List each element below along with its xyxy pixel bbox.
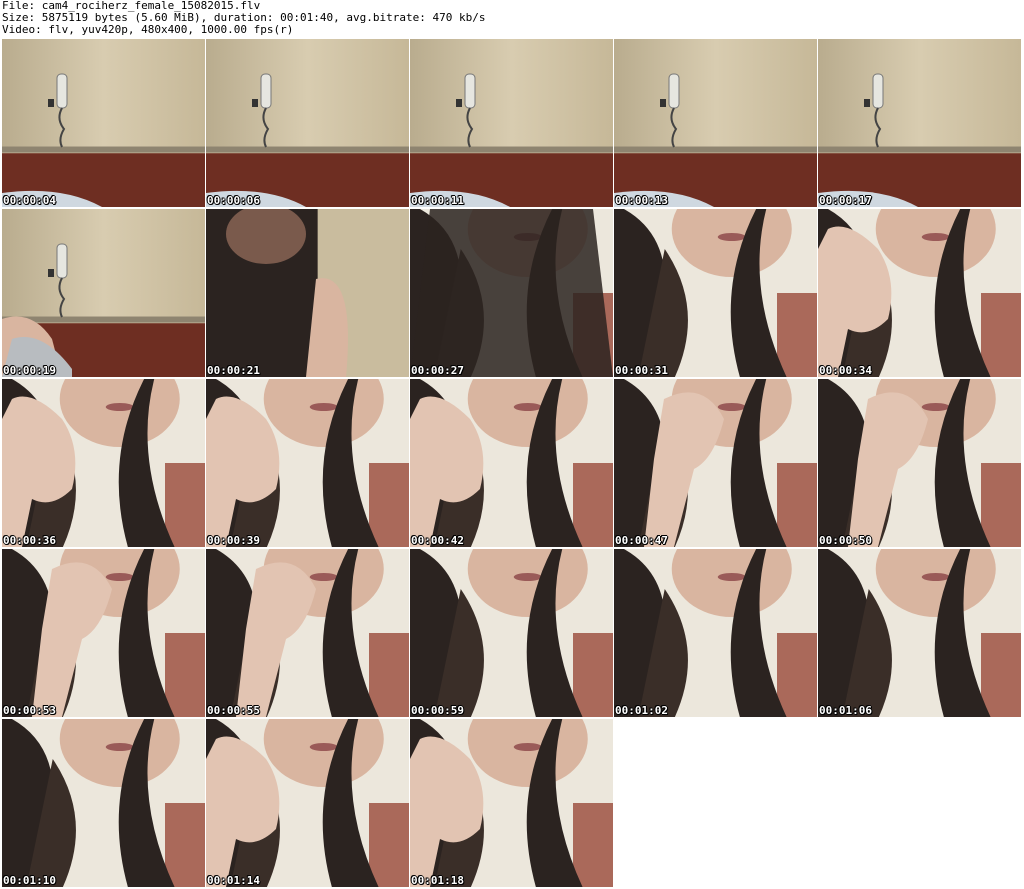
thumbnail-timestamp: 00:00:17 [819, 194, 872, 207]
video-thumbnail: 00:00:04 [2, 39, 205, 207]
thumbnail-frame-image [614, 39, 817, 207]
video-thumbnail: 00:00:13 [614, 39, 817, 207]
thumbnail-timestamp: 00:00:53 [3, 704, 56, 717]
video-thumbnail: 00:00:21 [206, 209, 409, 377]
video-thumbnail: 00:00:34 [818, 209, 1021, 377]
video-thumbnail: 00:00:36 [2, 379, 205, 547]
video-thumbnail: 00:00:39 [206, 379, 409, 547]
video-thumbnail: 00:01:14 [206, 719, 409, 887]
thumbnail-timestamp: 00:01:02 [615, 704, 668, 717]
video-thumbnail: 00:00:19 [2, 209, 205, 377]
thumbnail-timestamp: 00:00:59 [411, 704, 464, 717]
thumbnail-frame-image [206, 39, 409, 207]
thumbnail-timestamp: 00:00:36 [3, 534, 56, 547]
thumbnail-frame-image [818, 39, 1021, 207]
thumbnail-timestamp: 00:00:42 [411, 534, 464, 547]
video-thumbnail: 00:01:18 [410, 719, 613, 887]
thumbnail-frame-image [614, 379, 817, 547]
thumbnail-frame-image [206, 719, 409, 887]
video-thumbnail: 00:01:06 [818, 549, 1021, 717]
thumbnail-frame-image [206, 549, 409, 717]
file-info-header: File: cam4_rociherz_female_15082015.flv … [2, 0, 1022, 36]
thumbnail-frame-image [818, 549, 1021, 717]
thumbnail-timestamp: 00:00:47 [615, 534, 668, 547]
thumbnail-timestamp: 00:00:19 [3, 364, 56, 377]
video-thumbnail: 00:00:31 [614, 209, 817, 377]
thumbnail-timestamp: 00:01:18 [411, 874, 464, 887]
video-thumbnail: 00:00:59 [410, 549, 613, 717]
thumbnail-frame-image [206, 209, 409, 377]
thumbnail-timestamp: 00:00:11 [411, 194, 464, 207]
thumbnail-frame-image [614, 549, 817, 717]
thumbnail-frame-image [2, 379, 205, 547]
thumbnail-timestamp: 00:00:39 [207, 534, 260, 547]
video-thumbnail: 00:00:55 [206, 549, 409, 717]
thumbnail-frame-image [818, 379, 1021, 547]
thumbnail-frame-image [2, 39, 205, 207]
thumbnail-timestamp: 00:00:06 [207, 194, 260, 207]
thumbnail-frame-image [410, 549, 613, 717]
video-thumbnail: 00:00:50 [818, 379, 1021, 547]
thumbnail-frame-image [206, 379, 409, 547]
thumbnail-timestamp: 00:00:50 [819, 534, 872, 547]
thumbnail-timestamp: 00:00:55 [207, 704, 260, 717]
thumbnail-grid: 00:00:04 00:00:06 00:00:11 00:00:13 00:0… [2, 39, 1022, 889]
video-thumbnail: 00:00:27 [410, 209, 613, 377]
thumbnail-timestamp: 00:00:21 [207, 364, 260, 377]
thumbnail-timestamp: 00:00:13 [615, 194, 668, 207]
video-info-line: Video: flv, yuv420p, 480x400, 1000.00 fp… [2, 23, 294, 36]
thumbnail-timestamp: 00:00:34 [819, 364, 872, 377]
video-thumbnail: 00:01:02 [614, 549, 817, 717]
thumbnail-timestamp: 00:00:27 [411, 364, 464, 377]
thumbnail-frame-image [410, 719, 613, 887]
thumbnail-frame-image [614, 209, 817, 377]
thumbnail-frame-image [410, 379, 613, 547]
thumbnail-timestamp: 00:00:31 [615, 364, 668, 377]
thumbnail-timestamp: 00:01:14 [207, 874, 260, 887]
video-thumbnail: 00:00:11 [410, 39, 613, 207]
thumbnail-frame-image [410, 209, 613, 377]
thumbnail-frame-image [2, 719, 205, 887]
thumbnail-timestamp: 00:01:10 [3, 874, 56, 887]
thumbnail-frame-image [818, 209, 1021, 377]
thumbnail-timestamp: 00:00:04 [3, 194, 56, 207]
thumbnail-frame-image [2, 209, 205, 377]
video-thumbnail: 00:00:17 [818, 39, 1021, 207]
video-thumbnail: 00:00:42 [410, 379, 613, 547]
thumbnail-frame-image [2, 549, 205, 717]
video-thumbnail: 00:00:47 [614, 379, 817, 547]
thumbnail-frame-image [410, 39, 613, 207]
video-thumbnail: 00:00:53 [2, 549, 205, 717]
thumbnail-timestamp: 00:01:06 [819, 704, 872, 717]
video-thumbnail: 00:01:10 [2, 719, 205, 887]
video-thumbnail: 00:00:06 [206, 39, 409, 207]
